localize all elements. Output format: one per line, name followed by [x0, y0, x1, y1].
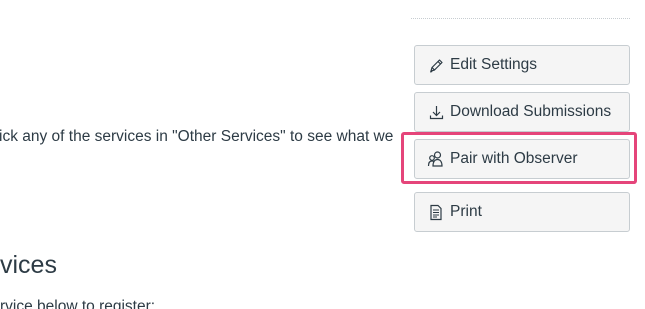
section-heading: vices: [0, 251, 57, 279]
pair-with-observer-label: Pair with Observer: [450, 150, 578, 167]
observer-icon: [427, 150, 445, 168]
download-submissions-label: Download Submissions: [450, 103, 612, 120]
edit-settings-button[interactable]: Edit Settings: [414, 45, 630, 85]
pair-with-observer-button[interactable]: Pair with Observer: [414, 139, 630, 179]
edit-settings-label: Edit Settings: [450, 56, 538, 73]
pencil-icon: [427, 56, 445, 74]
print-icon: [427, 203, 445, 221]
download-icon: [427, 103, 445, 121]
instruction-text: ick any of the services in "Other Servic…: [0, 128, 394, 145]
sidebar-divider: [411, 18, 630, 19]
print-button[interactable]: Print: [414, 192, 630, 232]
print-label: Print: [450, 203, 482, 220]
download-submissions-button[interactable]: Download Submissions: [414, 92, 630, 132]
section-subtext: rvice below to register:: [0, 298, 156, 309]
